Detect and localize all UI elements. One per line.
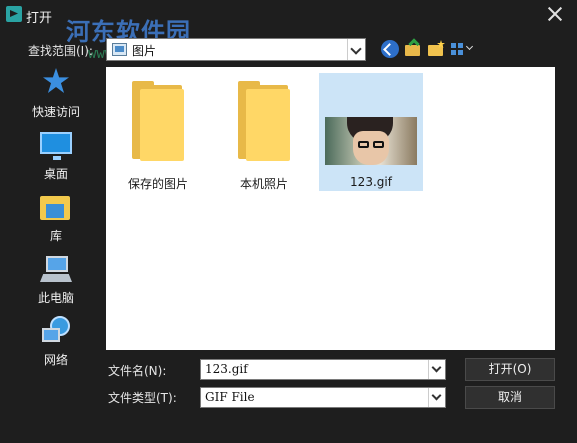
up-folder-button[interactable] — [404, 38, 422, 58]
back-button[interactable] — [381, 40, 399, 58]
desktop-icon — [40, 132, 72, 160]
chevron-down-icon — [431, 362, 442, 373]
grid-view-icon — [451, 43, 463, 55]
new-folder-button[interactable] — [427, 40, 445, 58]
image-thumbnail — [325, 117, 417, 165]
place-desktop[interactable]: 桌面 — [12, 128, 100, 188]
place-network[interactable]: 网络 — [12, 314, 100, 374]
star-icon — [43, 68, 69, 93]
file-name: 123.gif — [350, 175, 392, 189]
file-item-folder[interactable]: 本机照片 — [212, 73, 316, 191]
file-name: 保存的图片 — [127, 177, 188, 191]
place-label: 桌面 — [43, 167, 68, 181]
file-item-folder[interactable]: 保存的图片 — [106, 73, 210, 191]
view-menu-button[interactable] — [450, 40, 476, 58]
file-type-label: 文件类型(T): — [108, 391, 177, 405]
file-type-value: GIF File — [205, 390, 255, 404]
look-in-dropdown[interactable]: 图片 — [106, 38, 366, 61]
pictures-folder-icon — [112, 43, 127, 56]
chevron-down-icon — [431, 390, 442, 401]
close-icon[interactable] — [547, 6, 563, 22]
look-in-label: 查找范围(I): — [28, 44, 93, 58]
app-icon — [6, 6, 22, 22]
file-item-image[interactable]: 123.gif — [319, 73, 423, 191]
place-label: 此电脑 — [37, 291, 74, 305]
file-name-input[interactable]: 123.gif — [200, 359, 446, 380]
title-bar: 打开 河东软件园 — [0, 0, 577, 46]
file-name-value: 123.gif — [205, 362, 248, 376]
chevron-down-icon — [350, 43, 362, 55]
place-label: 快速访问 — [31, 105, 80, 119]
file-name: 本机照片 — [239, 177, 288, 191]
file-type-dropdown-arrow[interactable] — [428, 388, 445, 407]
computer-icon — [40, 254, 72, 284]
place-library[interactable]: 库 — [12, 190, 100, 250]
chevron-down-icon — [465, 42, 474, 51]
dropdown-arrow[interactable] — [347, 39, 365, 60]
folder-icon — [428, 45, 443, 56]
network-icon — [40, 316, 72, 346]
file-name-label: 文件名(N): — [108, 364, 167, 378]
place-this-pc[interactable]: 此电脑 — [12, 252, 100, 312]
open-button[interactable]: 打开(O) — [465, 358, 555, 381]
window-title: 打开 — [26, 11, 53, 26]
file-type-select[interactable]: GIF File — [200, 387, 446, 408]
library-icon — [40, 192, 72, 222]
file-list[interactable]: 保存的图片 本机照片 123.gif — [106, 67, 555, 350]
place-quick-access[interactable]: 快速访问 — [12, 66, 100, 126]
place-label: 网络 — [43, 353, 68, 367]
look-in-value: 图片 — [132, 44, 157, 58]
file-name-dropdown-arrow[interactable] — [428, 360, 445, 379]
place-label: 库 — [49, 229, 62, 243]
cancel-button[interactable]: 取消 — [465, 386, 555, 409]
